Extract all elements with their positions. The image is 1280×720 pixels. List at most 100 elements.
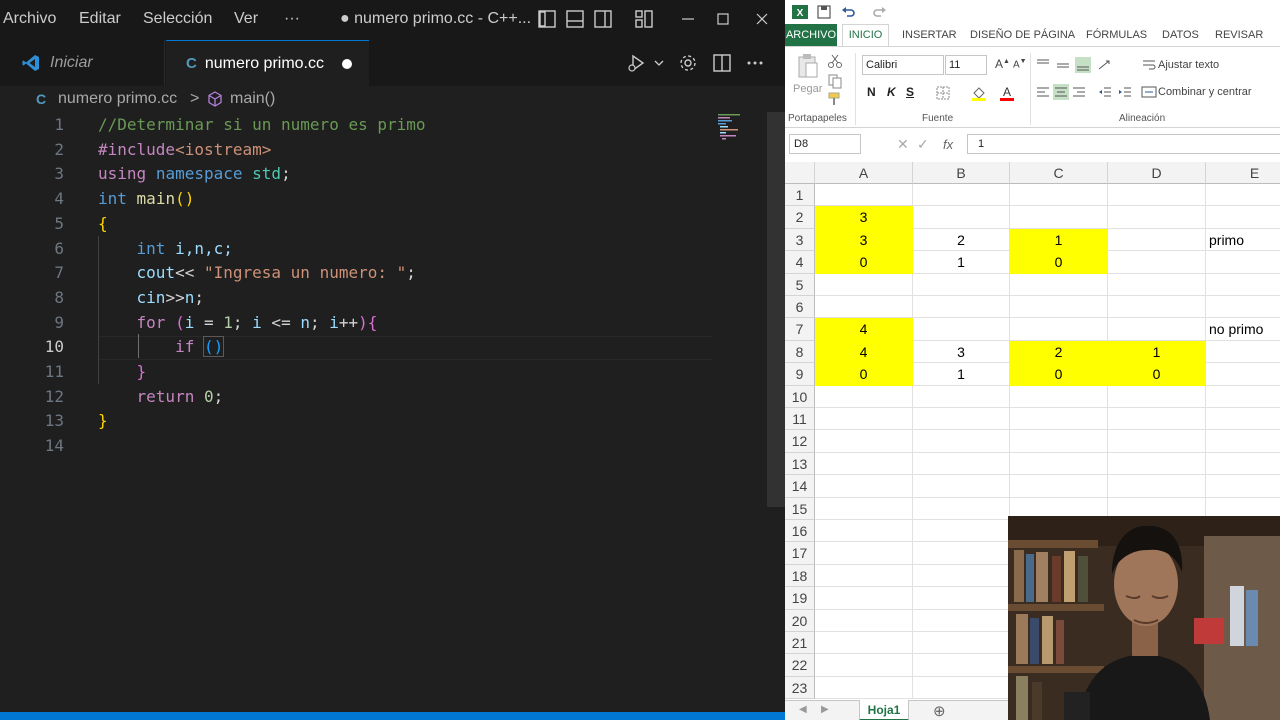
cell-b8[interactable]: 3 bbox=[913, 340, 1010, 364]
cell-c14[interactable] bbox=[1010, 475, 1108, 498]
cell-b4[interactable]: 1 bbox=[913, 251, 1010, 274]
cell-b22[interactable] bbox=[913, 654, 1010, 677]
increase-indent-icon[interactable] bbox=[1117, 84, 1133, 100]
cell-a13[interactable] bbox=[815, 452, 913, 476]
prev-sheet-icon[interactable]: ◀ bbox=[799, 704, 807, 715]
column-header-d[interactable]: D bbox=[1108, 162, 1206, 184]
cell-a23[interactable] bbox=[815, 676, 913, 700]
tab-inicio[interactable]: INICIO bbox=[842, 24, 889, 46]
cell-d5[interactable] bbox=[1108, 273, 1206, 296]
cell-b7[interactable] bbox=[913, 318, 1010, 341]
menu-more[interactable]: ··· bbox=[284, 10, 300, 28]
row-header[interactable]: 19 bbox=[785, 587, 815, 610]
cell-a20[interactable] bbox=[815, 609, 913, 632]
row-header[interactable]: 8 bbox=[785, 340, 815, 364]
align-middle-icon[interactable] bbox=[1055, 57, 1071, 73]
cell-e12[interactable] bbox=[1206, 430, 1280, 453]
cell-a6[interactable] bbox=[815, 296, 913, 319]
cell-b14[interactable] bbox=[913, 475, 1010, 498]
cell-c13[interactable] bbox=[1010, 452, 1108, 476]
breadcrumb-file[interactable]: numero primo.cc bbox=[58, 90, 177, 108]
cell-e10[interactable] bbox=[1206, 386, 1280, 408]
cell-a11[interactable] bbox=[815, 408, 913, 431]
cell-d1[interactable] bbox=[1108, 184, 1206, 207]
column-header-c[interactable]: C bbox=[1010, 162, 1108, 184]
tab-archivo[interactable]: ARCHIVO bbox=[785, 24, 837, 46]
menu-editar[interactable]: Editar bbox=[79, 10, 121, 28]
settings-gear-icon[interactable] bbox=[677, 52, 699, 74]
row-header[interactable]: 11 bbox=[785, 408, 815, 431]
cell-a22[interactable] bbox=[815, 654, 913, 677]
row-header[interactable]: 22 bbox=[785, 654, 815, 677]
merge-center-button[interactable]: Combinar y centrar bbox=[1158, 86, 1252, 98]
row-header[interactable]: 9 bbox=[785, 363, 815, 386]
toggle-primary-sidebar-icon[interactable] bbox=[537, 9, 557, 29]
cell-e11[interactable] bbox=[1206, 408, 1280, 431]
align-bottom-icon[interactable] bbox=[1075, 57, 1091, 73]
cell-a18[interactable] bbox=[815, 564, 913, 588]
cell-b5[interactable] bbox=[913, 273, 1010, 296]
cell-c5[interactable] bbox=[1010, 273, 1108, 296]
cell-c3[interactable]: 1 bbox=[1010, 228, 1108, 252]
run-debug-icon[interactable] bbox=[626, 52, 648, 74]
row-header[interactable]: 20 bbox=[785, 609, 815, 632]
formula-input[interactable]: 1 bbox=[967, 134, 1280, 154]
undo-icon[interactable] bbox=[839, 3, 857, 21]
orientation-icon[interactable] bbox=[1097, 57, 1113, 73]
cell-e8[interactable] bbox=[1206, 341, 1280, 364]
row-header[interactable]: 3 bbox=[785, 228, 815, 252]
cell-a9[interactable]: 0 bbox=[815, 363, 913, 386]
cell-b1[interactable] bbox=[913, 184, 1010, 207]
cell-c12[interactable] bbox=[1010, 430, 1108, 453]
more-actions-icon[interactable] bbox=[744, 52, 766, 74]
cell-d8[interactable]: 1 bbox=[1108, 340, 1206, 364]
row-header[interactable]: 13 bbox=[785, 452, 815, 476]
font-color-icon[interactable]: A bbox=[999, 85, 1015, 101]
copy-icon[interactable] bbox=[827, 73, 843, 89]
save-icon[interactable] bbox=[815, 3, 833, 21]
cell-b23[interactable] bbox=[913, 676, 1010, 700]
cell-b13[interactable] bbox=[913, 452, 1010, 476]
cell-a4[interactable]: 0 bbox=[815, 251, 913, 274]
cell-b9[interactable]: 1 bbox=[913, 363, 1010, 386]
row-header[interactable]: 2 bbox=[785, 206, 815, 229]
toggle-panel-icon[interactable] bbox=[565, 9, 585, 29]
tab-revisar[interactable]: REVISAR bbox=[1215, 24, 1263, 46]
column-header-a[interactable]: A bbox=[815, 162, 913, 184]
cell-a17[interactable] bbox=[815, 542, 913, 565]
align-left-icon[interactable] bbox=[1035, 84, 1051, 100]
cell-d4[interactable] bbox=[1108, 251, 1206, 274]
cell-b19[interactable] bbox=[913, 587, 1010, 610]
row-header[interactable]: 17 bbox=[785, 542, 815, 565]
row-header[interactable]: 5 bbox=[785, 273, 815, 296]
align-right-icon[interactable] bbox=[1071, 84, 1087, 100]
row-header[interactable]: 7 bbox=[785, 318, 815, 341]
split-editor-icon[interactable] bbox=[711, 52, 733, 74]
wrap-text-button[interactable]: Ajustar texto bbox=[1158, 59, 1219, 71]
row-header[interactable]: 1 bbox=[785, 184, 815, 207]
cell-e3[interactable]: primo bbox=[1206, 229, 1280, 252]
fill-color-icon[interactable] bbox=[971, 85, 987, 101]
cell-c10[interactable] bbox=[1010, 385, 1108, 408]
increase-font-icon[interactable]: A▲ bbox=[995, 57, 1010, 71]
font-name-select[interactable]: Calibri bbox=[862, 55, 944, 75]
row-header[interactable]: 4 bbox=[785, 251, 815, 274]
maximize-icon[interactable] bbox=[713, 9, 733, 29]
menu-ver[interactable]: Ver bbox=[234, 10, 258, 28]
align-top-icon[interactable] bbox=[1035, 57, 1051, 73]
row-header[interactable]: 12 bbox=[785, 430, 815, 453]
format-painter-icon[interactable] bbox=[827, 91, 843, 107]
column-header-b[interactable]: B bbox=[913, 162, 1010, 184]
bold-button[interactable]: N bbox=[867, 85, 876, 99]
tab-iniciar[interactable]: Iniciar bbox=[0, 40, 165, 86]
cell-e2[interactable] bbox=[1206, 206, 1280, 229]
select-all-corner[interactable] bbox=[785, 162, 815, 184]
cell-c1[interactable] bbox=[1010, 184, 1108, 207]
redo-icon[interactable] bbox=[871, 3, 889, 21]
cell-d12[interactable] bbox=[1108, 430, 1206, 453]
cell-b11[interactable] bbox=[913, 408, 1010, 431]
cell-d9[interactable]: 0 bbox=[1108, 363, 1206, 386]
code-editor[interactable]: 1 2 3 4 5 6 7 8 9 10 11 12 13 14 //Deter… bbox=[0, 112, 785, 712]
wrap-text-icon[interactable] bbox=[1141, 57, 1157, 73]
cell-c2[interactable] bbox=[1010, 206, 1108, 229]
